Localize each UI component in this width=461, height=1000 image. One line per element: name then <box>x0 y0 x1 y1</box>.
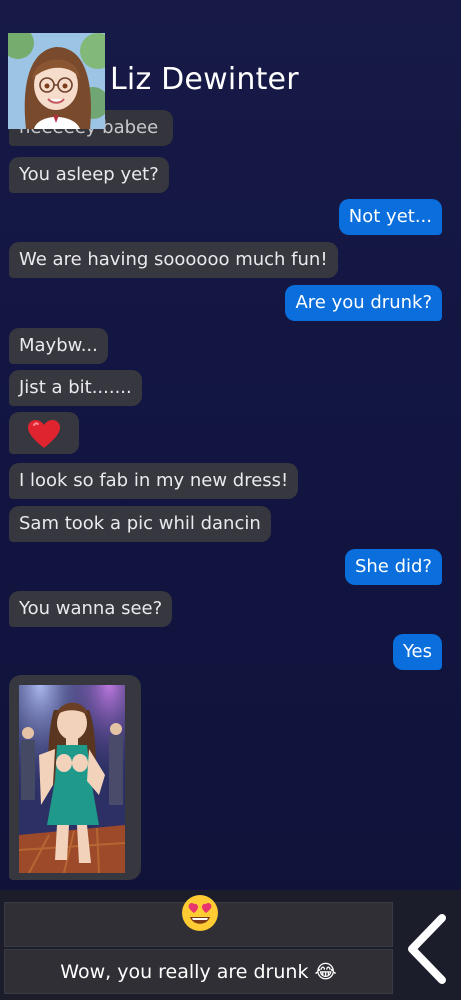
reply-option-heart-eyes[interactable] <box>4 895 393 947</box>
heart-icon <box>28 420 60 448</box>
reply-option-label: Wow, you really are drunk 😂 <box>60 961 337 983</box>
message-incoming: Sam took a pic whil dancin <box>9 506 271 542</box>
chevron-left-icon <box>408 914 446 984</box>
message-incoming: We are having soooooo much fun! <box>9 242 338 278</box>
back-button[interactable] <box>404 912 452 986</box>
chat-header: Liz Dewinter <box>0 0 461 130</box>
message-incoming: You wanna see? <box>9 591 173 627</box>
message-outgoing: Not yet... <box>338 199 442 235</box>
message-incoming-heart <box>9 412 79 454</box>
message-outgoing: She did? <box>344 549 442 585</box>
avatar[interactable] <box>8 33 105 129</box>
message-incoming: Jist a bit....... <box>9 370 142 406</box>
contact-name: Liz Dewinter <box>110 62 299 97</box>
message-outgoing: Yes <box>392 634 442 670</box>
message-incoming: You asleep yet? <box>9 157 169 193</box>
reply-panel: Wow, you really are drunk 😂 <box>0 890 461 1000</box>
message-outgoing: Are you drunk? <box>285 285 442 321</box>
message-incoming-photo[interactable] <box>9 675 141 880</box>
chat-thread: heeeeey babee You asleep yet? Not yet...… <box>0 0 461 890</box>
dance-photo-image[interactable] <box>19 685 125 873</box>
message-incoming: I look so fab in my new dress! <box>9 463 299 499</box>
message-incoming: Maybw... <box>9 328 108 364</box>
heart-eyes-emoji-icon <box>182 895 218 931</box>
reply-option-drunk[interactable]: Wow, you really are drunk 😂 <box>4 949 393 994</box>
